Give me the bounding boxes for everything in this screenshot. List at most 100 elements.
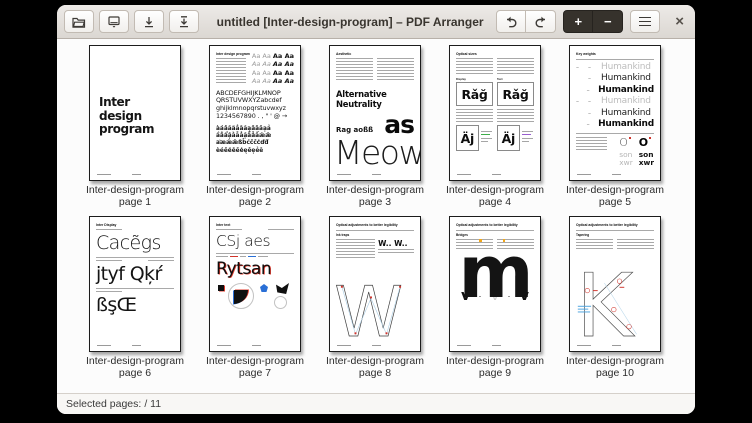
text-placeholder xyxy=(617,239,654,251)
page7-header: Inter text xyxy=(216,223,294,227)
w-outline-diagram: W xyxy=(333,279,409,343)
text-placeholder xyxy=(456,109,493,122)
menu-button[interactable] xyxy=(630,10,660,33)
zoom-in-icon: + xyxy=(574,15,582,28)
text-label: Text xyxy=(497,77,534,81)
redo-button[interactable] xyxy=(526,10,556,33)
detail-square xyxy=(218,285,224,291)
close-button[interactable]: × xyxy=(671,13,688,30)
detail-blob xyxy=(234,290,248,304)
page-thumbnail-7: Inter text CSj aes Rytsan xyxy=(195,216,315,379)
accents-specimen: àáâãäåāăąǎȁȃạả ầẫẩậằẵẳặǟǡǻǽǣ ẚæǽǣßḃćĉčċď… xyxy=(216,126,294,155)
page-7-preview[interactable]: Inter text CSj aes Rytsan xyxy=(209,216,301,352)
detail-circle-large xyxy=(228,283,254,309)
specimen-line-1: CSj aes xyxy=(216,232,294,250)
aj-text-box: Äj xyxy=(497,125,520,151)
text-placeholder xyxy=(216,58,246,84)
page1-title: Inter design program xyxy=(99,96,154,137)
text-placeholder xyxy=(497,109,534,122)
page-caption: Inter-design-programpage 10 xyxy=(566,355,664,379)
export-arrow-icon xyxy=(176,14,192,30)
page-thumbnail-9: Optical adjustments to better legibility… xyxy=(435,216,555,379)
svg-text:W: W xyxy=(334,279,403,343)
selected-pages-value: / 11 xyxy=(144,398,161,410)
weight-sample: Humankind xyxy=(598,119,654,130)
zoom-in-button[interactable]: + xyxy=(563,10,593,33)
page5-header: Key weights xyxy=(576,52,654,56)
display-label: Display xyxy=(456,77,493,81)
page-caption: Inter-design-programpage 1 xyxy=(86,184,184,208)
page-9-preview[interactable]: Optical adjustments to better legibility… xyxy=(449,216,541,352)
text-placeholder xyxy=(456,58,493,74)
weight-sample: Humankind xyxy=(601,62,651,73)
page4-header: Optical sizes xyxy=(456,52,534,56)
text-placeholder xyxy=(576,239,613,251)
glyph-detail-shapes xyxy=(216,282,294,313)
page-5-preview[interactable]: Key weights ––Humankind –Humankind –Huma… xyxy=(569,45,661,181)
specimen-line-1: Cacẽgs xyxy=(96,232,174,254)
open-button[interactable] xyxy=(64,10,94,33)
import-arrow-icon xyxy=(141,14,157,30)
page-footer xyxy=(217,345,293,346)
son-bold-sample: son xwr xyxy=(639,151,654,167)
page-caption: Inter-design-programpage 2 xyxy=(206,184,304,208)
page-thumbnail-4: Optical sizes Display Rǎğ Text Rǎğ xyxy=(435,45,555,208)
undo-button[interactable] xyxy=(496,10,526,33)
page-thumbnail-10: Optical adjustments to better legibility… xyxy=(555,216,675,379)
zoom-group: + − xyxy=(563,10,623,33)
page8-subhead: Ink traps xyxy=(336,233,414,237)
page-8-preview[interactable]: Optical adjustments to better legibility… xyxy=(329,216,421,352)
import-button[interactable] xyxy=(134,10,164,33)
alphabet-specimen: ABCDEFGHIJKLMNOP QRSTUVWXYZabcdef ghijkl… xyxy=(216,90,294,121)
annotation-lines xyxy=(216,256,294,257)
text-placeholder xyxy=(216,229,242,230)
text-placeholder xyxy=(576,137,607,150)
page10-subhead: Tapering xyxy=(576,233,654,237)
weight-sample: Humankind xyxy=(598,85,654,96)
page-10-preview[interactable]: Optical adjustments to better legibility… xyxy=(569,216,661,352)
page3-title: Alternative Neutrality xyxy=(336,89,414,109)
page-thumbnail-3: Aesthetic Alternative Neutrality Rag aoß… xyxy=(315,45,435,208)
save-icon xyxy=(106,14,122,30)
save-button[interactable] xyxy=(99,10,129,33)
page-3-preview[interactable]: Aesthetic Alternative Neutrality Rag aoß… xyxy=(329,45,421,181)
close-icon: × xyxy=(675,13,684,30)
hamburger-menu-icon xyxy=(639,17,651,27)
page-thumbnail-2: Inter design program Aa Aa Aa Aa Aa Aa A… xyxy=(195,45,315,208)
page-caption: Inter-design-programpage 4 xyxy=(446,184,544,208)
page-footer xyxy=(97,345,173,346)
page-2-preview[interactable]: Inter design program Aa Aa Aa Aa Aa Aa A… xyxy=(209,45,301,181)
weight-sample: Humankind xyxy=(601,96,651,107)
text-placeholder xyxy=(336,239,375,259)
weight-sample: Humankind xyxy=(601,108,651,119)
text-placeholder xyxy=(377,58,414,82)
export-button[interactable] xyxy=(169,10,199,33)
statusbar: Selected pages: / 11 xyxy=(57,393,695,414)
page-thumbnail-8: Optical adjustments to better legibility… xyxy=(315,216,435,379)
text-placeholder xyxy=(96,260,122,261)
page-footer xyxy=(217,174,293,175)
page-thumbnail-1: Inter design program Inter-design-progra… xyxy=(75,45,195,208)
rag-text-box: Rǎğ xyxy=(497,82,534,106)
thumbnail-grid: Inter design program Inter-design-progra… xyxy=(75,45,677,379)
m-glyph-diagram: m xyxy=(456,236,534,284)
page-1-preview[interactable]: Inter design program xyxy=(89,45,181,181)
toolbar-left xyxy=(64,10,204,33)
page-caption: Inter-design-programpage 8 xyxy=(326,355,424,379)
page-6-preview[interactable]: Inter Display Cacẽgs jtyf Qķŕ ßşŒ xyxy=(89,216,181,352)
svg-text:K: K xyxy=(576,262,636,342)
page-footer xyxy=(457,345,533,346)
page-4-preview[interactable]: Optical sizes Display Rǎğ Text Rǎğ xyxy=(449,45,541,181)
page-footer xyxy=(577,345,653,346)
m-glyph: m xyxy=(456,236,534,308)
meow-specimen: Meow xyxy=(334,136,414,169)
page8-header: Optical adjustments to better legibility xyxy=(336,223,414,227)
detail-circle-small xyxy=(274,296,287,309)
zoom-out-button[interactable]: − xyxy=(593,10,623,33)
page-caption: Inter-design-programpage 3 xyxy=(326,184,424,208)
rag-display-box: Rǎğ xyxy=(456,82,493,106)
text-placeholder xyxy=(336,58,373,82)
aj-display-box: Äj xyxy=(456,125,479,151)
page2-header: Inter design program xyxy=(216,52,246,56)
page-footer xyxy=(577,174,653,175)
